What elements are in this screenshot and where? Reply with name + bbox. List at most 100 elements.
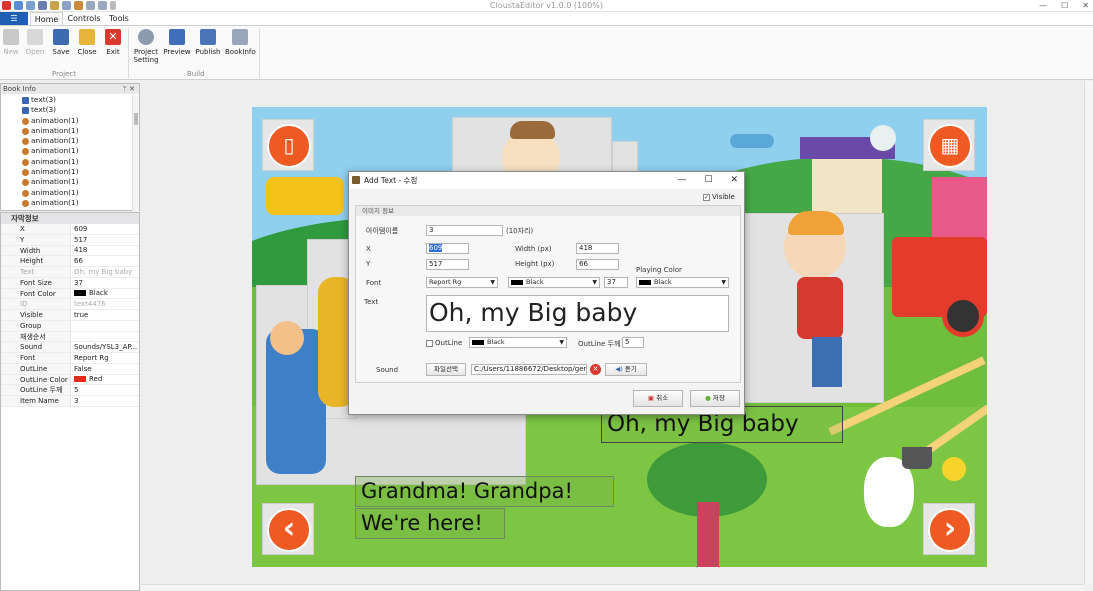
property-value[interactable]: 418 — [71, 246, 139, 256]
prev-page-button[interactable]: ‹ — [262, 503, 314, 555]
property-value[interactable]: true — [71, 310, 139, 320]
vertical-scrollbar[interactable] — [1084, 81, 1093, 584]
property-row[interactable]: Visible true — [1, 310, 139, 321]
maximize-button[interactable]: ☐ — [1061, 0, 1068, 11]
dialog-maximize-button[interactable]: ☐ — [704, 172, 712, 188]
tree-item[interactable]: animation(1) — [1, 188, 133, 198]
tab-home[interactable]: Home — [30, 12, 63, 25]
property-row[interactable]: Y 517 — [1, 234, 139, 246]
property-value-text: Black — [89, 289, 108, 298]
chevron-down-icon: ▼ — [592, 279, 597, 286]
dialog-save-button[interactable]: ● 저장 — [690, 390, 740, 407]
property-value[interactable]: Sounds/YSL3_AP... — [71, 342, 139, 352]
tab-tools[interactable]: Tools — [105, 12, 133, 25]
listen-button[interactable]: ◀) 듣기 — [605, 363, 647, 376]
bookinfo-button[interactable]: BookInfo — [225, 29, 256, 56]
tree-scrollbar[interactable] — [132, 95, 139, 211]
cancel-button[interactable]: ▣ 취소 — [633, 390, 683, 407]
y-input[interactable]: 517 — [426, 259, 469, 270]
property-row[interactable]: 재생순서 — [1, 331, 139, 343]
file-select-button[interactable]: 파일선택 — [426, 363, 466, 376]
chevron-left-icon: ‹ — [267, 508, 311, 552]
new-button[interactable]: New — [0, 29, 24, 56]
save-button[interactable]: Save — [48, 29, 74, 56]
menu-page-button[interactable]: ▦ — [923, 119, 975, 171]
pin-close-icon[interactable]: ᛘ ✕ — [123, 84, 135, 94]
tree-item[interactable]: text(3) — [1, 95, 133, 105]
clear-sound-icon[interactable]: ✕ — [590, 364, 601, 375]
horizontal-scrollbar[interactable] — [141, 584, 1084, 591]
visible-checkbox[interactable]: ✓ Visible — [703, 193, 735, 201]
minimize-button[interactable]: — — [1039, 0, 1047, 11]
outline-width-input[interactable]: 5 — [622, 337, 644, 348]
font-size-input[interactable]: 37 — [604, 277, 628, 288]
font-select[interactable]: Report Rg ▼ — [426, 277, 498, 288]
property-value[interactable]: Report Rg — [71, 353, 139, 363]
property-row[interactable]: Font Color Black — [1, 288, 139, 300]
property-value[interactable]: 5 — [71, 385, 139, 395]
property-value[interactable]: text4476 — [71, 299, 139, 309]
tree-item[interactable]: animation(1) — [1, 136, 133, 146]
tree-scroll-thumb[interactable] — [134, 113, 138, 125]
property-row[interactable]: OutLine 두께 5 — [1, 385, 139, 396]
property-value[interactable]: 66 — [71, 256, 139, 266]
text-item[interactable]: We're here! — [355, 508, 505, 539]
tab-controls[interactable]: Controls — [66, 12, 102, 25]
dialog-minimize-button[interactable]: — — [677, 172, 686, 188]
property-value[interactable]: 517 — [71, 235, 139, 245]
exit-button[interactable]: ✕ Exit — [100, 29, 126, 56]
project-setting-button[interactable]: Project Setting — [132, 29, 160, 64]
property-row[interactable]: OutLine False — [1, 363, 139, 375]
property-row[interactable]: Width 418 — [1, 245, 139, 257]
property-row[interactable]: X 609 — [1, 224, 139, 235]
property-row[interactable]: Sound Sounds/YSL3_AP... — [1, 342, 139, 353]
speaker-icon: ◀) — [615, 365, 623, 373]
property-value[interactable]: 609 — [71, 224, 139, 234]
close-button[interactable]: Close — [74, 29, 100, 56]
tree-item[interactable]: animation(1) — [1, 177, 133, 187]
text-item[interactable]: Grandma! Grandpa! — [355, 476, 614, 507]
tree-item[interactable]: text(3) — [1, 105, 133, 115]
property-row[interactable]: Font Size 37 — [1, 277, 139, 289]
property-value[interactable]: Oh, my Big baby — [71, 267, 139, 277]
file-menu-button[interactable]: ☰ — [0, 12, 28, 25]
tree-item[interactable]: animation(1) — [1, 146, 133, 156]
property-value[interactable] — [71, 332, 139, 342]
property-value[interactable]: Red — [71, 375, 139, 385]
tree-trunk — [697, 502, 719, 567]
tree-item[interactable]: animation(1) — [1, 198, 133, 208]
sound-path-input[interactable]: C:/Users/11886672/Desktop/gener — [471, 364, 587, 375]
property-row[interactable]: Font Report Rg — [1, 353, 139, 364]
tree-item[interactable]: animation(1) — [1, 157, 133, 167]
x-input[interactable]: 609 — [426, 243, 469, 254]
playing-color-select[interactable]: Black ▼ — [636, 277, 729, 288]
width-input[interactable]: 418 — [576, 243, 619, 254]
open-button[interactable]: Open — [22, 29, 48, 56]
property-row[interactable]: Item Name 3 — [1, 396, 139, 407]
dialog-close-button[interactable]: ✕ — [730, 172, 738, 188]
property-value[interactable]: Black — [71, 289, 139, 299]
property-row[interactable]: Group — [1, 320, 139, 332]
exit-page-button[interactable]: ▯ — [262, 119, 314, 171]
property-row[interactable]: OutLine Color Red — [1, 374, 139, 386]
outline-checkbox[interactable]: OutLine — [426, 339, 462, 347]
property-row[interactable]: Text Oh, my Big baby — [1, 267, 139, 278]
height-input[interactable]: 66 — [576, 259, 619, 270]
property-value[interactable] — [71, 321, 139, 331]
font-color-select[interactable]: Black ▼ — [508, 277, 600, 288]
publish-button[interactable]: Publish — [194, 29, 222, 56]
tree-item[interactable]: animation(1) — [1, 126, 133, 136]
property-row[interactable]: Height 66 — [1, 256, 139, 267]
next-page-button[interactable]: › — [923, 503, 975, 555]
tree-item[interactable]: animation(1) — [1, 167, 133, 177]
property-value[interactable]: 37 — [71, 278, 139, 288]
item-name-input[interactable]: 3 — [426, 225, 503, 236]
preview-button[interactable]: Preview — [163, 29, 191, 56]
tree-item[interactable]: animation(1) — [1, 116, 133, 126]
property-value[interactable]: 3 — [71, 396, 139, 406]
close-window-button[interactable]: ✕ — [1082, 0, 1089, 11]
property-row[interactable]: ID text4476 — [1, 299, 139, 310]
text-input[interactable]: Oh, my Big baby — [426, 295, 729, 332]
property-value[interactable]: False — [71, 364, 139, 374]
outline-color-select[interactable]: Black ▼ — [469, 337, 567, 348]
